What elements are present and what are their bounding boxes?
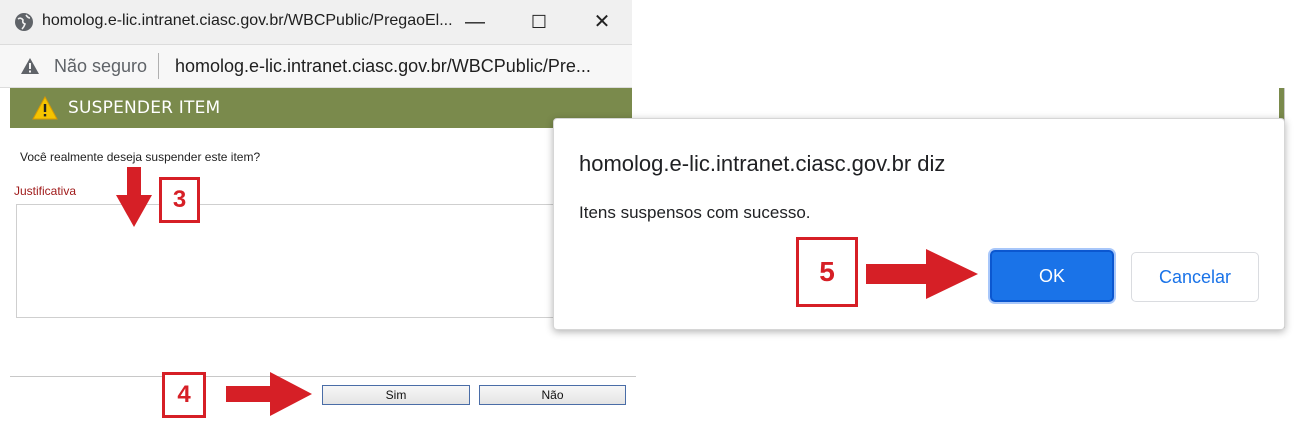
justification-label: Justificativa [14, 184, 77, 198]
window-title: homolog.e-lic.intranet.ciasc.gov.br/WBCP… [42, 12, 453, 29]
address-url[interactable]: homolog.e-lic.intranet.ciasc.gov.br/WBCP… [175, 56, 591, 77]
alert-message: Itens suspensos com sucesso. [579, 203, 811, 222]
globe-icon [15, 13, 33, 31]
down-arrow-annotation [116, 167, 152, 227]
yes-button[interactable]: Sim [322, 385, 470, 405]
address-separator [158, 53, 159, 79]
step-4-label: 4 [162, 372, 206, 418]
close-button[interactable]: ✕ [590, 10, 614, 34]
confirm-question: Você realmente deseja suspender este ite… [20, 150, 261, 164]
warning-icon [32, 96, 58, 120]
cancel-button[interactable]: Cancelar [1131, 252, 1259, 302]
step-3-label: 3 [159, 177, 200, 223]
maximize-button[interactable]: ☐ [527, 10, 551, 34]
section-header: SUSPENDER ITEM [10, 88, 632, 128]
divider [10, 376, 636, 377]
address-bar: Não seguro homolog.e-lic.intranet.ciasc.… [0, 45, 632, 88]
minimize-button[interactable]: — [463, 10, 487, 34]
step-5-label: 5 [796, 237, 858, 307]
right-arrow-annotation-ok [866, 249, 978, 299]
window-titlebar: homolog.e-lic.intranet.ciasc.gov.br/WBCP… [0, 0, 632, 45]
alert-origin: homolog.e-lic.intranet.ciasc.gov.br diz [579, 151, 946, 176]
ok-button[interactable]: OK [990, 250, 1114, 302]
section-title: SUSPENDER ITEM [68, 98, 221, 118]
not-secure-warning-icon[interactable] [20, 57, 40, 75]
right-arrow-annotation [226, 372, 312, 416]
justification-textarea[interactable] [16, 204, 576, 318]
not-secure-label[interactable]: Não seguro [54, 56, 147, 77]
no-button[interactable]: Não [479, 385, 626, 405]
popup-window: homolog.e-lic.intranet.ciasc.gov.br/WBCP… [0, 0, 637, 434]
